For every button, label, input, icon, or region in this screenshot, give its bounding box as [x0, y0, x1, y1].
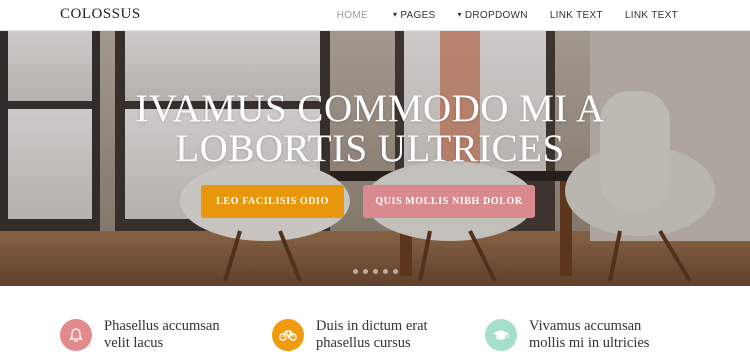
caret-down-icon: ▾ [392, 10, 398, 19]
carousel-dot[interactable] [372, 269, 378, 274]
graduation-cap-icon [485, 319, 517, 351]
feature-line-2: mollis mi in ultricies [529, 335, 650, 351]
bell-icon [60, 319, 92, 351]
feature-line-1: Phasellus accumsan [104, 318, 220, 334]
nav-link-1[interactable]: LINK TEXT [539, 0, 614, 31]
top-navbar: COLOSSUS HOME ▾ PAGES ▾ DROPDOWN LINK TE… [0, 0, 750, 31]
nav-dropdown[interactable]: ▾ DROPDOWN [447, 0, 539, 31]
hero-title: IVAMUS COMMODO MI A LOBORTIS ULTRICES [0, 89, 740, 169]
carousel-dot[interactable] [392, 269, 398, 274]
feature-item: Phasellus accumsan velit lacus [60, 318, 220, 352]
main-nav: HOME ▾ PAGES ▾ DROPDOWN LINK TEXT LINK T… [326, 0, 750, 31]
primary-cta-button[interactable]: LEO FACILISIS ODIO [201, 185, 344, 218]
caret-down-icon: ▾ [457, 10, 462, 19]
feature-text: Vivamus accumsan mollis mi in ultricies [529, 318, 649, 352]
feature-item: Vivamus accumsan mollis mi in ultricies [485, 318, 649, 352]
brand-logo[interactable]: COLOSSUS [60, 6, 141, 23]
features-section: Phasellus accumsan velit lacus Duis in d… [0, 286, 750, 352]
feature-line-1: Vivamus accumsan [529, 318, 642, 334]
hero-banner: IVAMUS COMMODO MI A LOBORTIS ULTRICES LE… [0, 31, 750, 286]
nav-dropdown-label: DROPDOWN [464, 10, 528, 21]
hero-title-line-2: LOBORTIS ULTRICES [175, 127, 565, 170]
nav-pages[interactable]: ▾ PAGES [379, 0, 447, 31]
secondary-cta-button[interactable]: QUIS MOLLIS NIBH DOLOR [363, 185, 535, 218]
feature-item: Duis in dictum erat phasellus cursus [272, 318, 428, 352]
nav-link-2[interactable]: LINK TEXT [614, 0, 750, 31]
feature-line-1: Duis in dictum erat [316, 318, 428, 334]
carousel-dot[interactable] [362, 269, 368, 274]
feature-line-2: velit lacus [104, 335, 164, 351]
carousel-dot[interactable] [352, 269, 358, 274]
nav-pages-label: PAGES [400, 10, 436, 21]
feature-text: Duis in dictum erat phasellus cursus [316, 318, 428, 352]
bicycle-icon [272, 319, 304, 351]
carousel-indicators [0, 269, 750, 274]
feature-line-2: phasellus cursus [316, 335, 411, 351]
hero-title-line-1: IVAMUS COMMODO MI A [135, 87, 605, 130]
feature-text: Phasellus accumsan velit lacus [104, 318, 220, 352]
nav-home[interactable]: HOME [326, 0, 379, 31]
carousel-dot[interactable] [382, 269, 388, 274]
